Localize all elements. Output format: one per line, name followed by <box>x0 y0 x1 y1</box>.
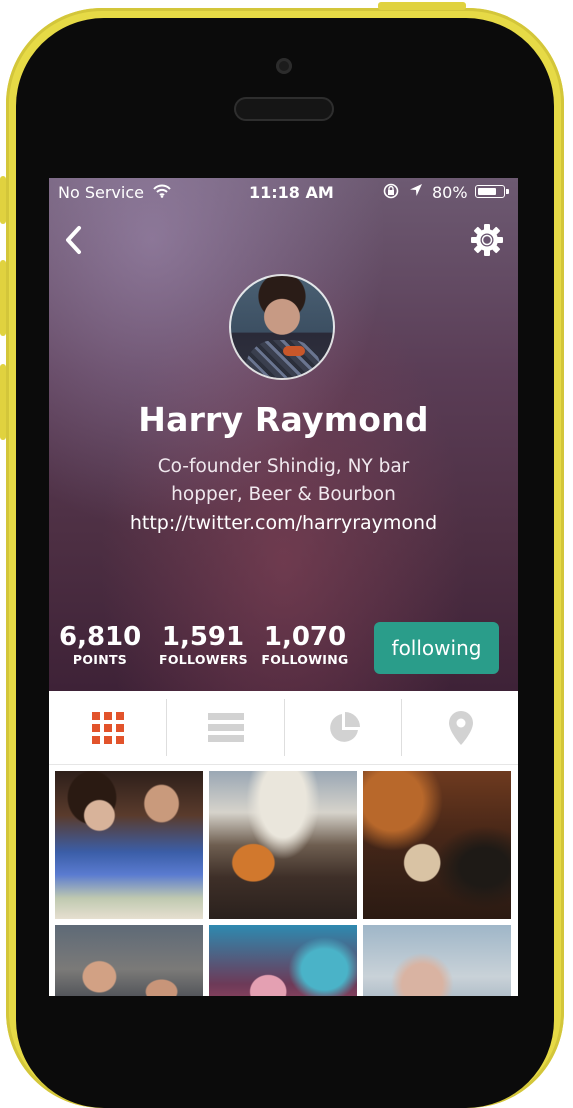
battery-tip <box>506 189 509 194</box>
earpiece-speaker <box>234 97 334 121</box>
photo-thumbnail[interactable] <box>55 925 203 996</box>
avatar-photo-detail <box>283 346 305 356</box>
gear-icon <box>471 224 503 256</box>
photo-thumbnail[interactable] <box>363 925 511 996</box>
profile-header: No Service 11:18 AM 80% Harry Raymond Co… <box>49 178 518 691</box>
profile-link[interactable]: http://twitter.com/harryraymond <box>49 512 518 534</box>
location-arrow-icon <box>408 182 424 202</box>
stat-followers[interactable]: 1,591 FOLLOWERS <box>159 622 248 668</box>
stat-points-label: POINTS <box>72 652 128 667</box>
tab-map[interactable] <box>402 691 518 764</box>
back-button[interactable] <box>59 222 89 258</box>
rotation-lock-icon <box>382 183 400 203</box>
stat-points[interactable]: 6,810 POINTS <box>59 622 141 668</box>
stat-following-label: FOLLOWING <box>261 652 349 667</box>
tab-grid[interactable] <box>49 691 166 764</box>
volume-down-button <box>0 364 6 440</box>
battery-fill <box>478 188 496 195</box>
photo-thumbnail[interactable] <box>209 771 357 919</box>
status-bar: No Service 11:18 AM 80% <box>49 178 518 206</box>
settings-button[interactable] <box>469 222 505 258</box>
avatar[interactable] <box>229 274 335 380</box>
stat-following[interactable]: 1,070 FOLLOWING <box>261 622 349 668</box>
following-button[interactable]: following <box>374 622 499 674</box>
avatar-photo-shirt <box>245 340 321 378</box>
location-pin-icon <box>448 710 473 745</box>
app-screen: No Service 11:18 AM 80% Harry Raymond Co… <box>49 178 518 996</box>
pie-chart-icon <box>329 711 360 742</box>
stat-points-value: 6,810 <box>59 622 142 652</box>
carrier-label: No Service <box>58 183 144 202</box>
photo-thumbnail[interactable] <box>55 771 203 919</box>
front-camera <box>276 58 292 74</box>
photo-thumbnail[interactable] <box>209 925 357 996</box>
wifi-icon <box>153 183 171 202</box>
photo-grid <box>49 765 518 996</box>
stat-followers-value: 1,591 <box>161 622 245 652</box>
list-icon <box>207 712 244 742</box>
stat-following-value: 1,070 <box>263 622 347 652</box>
tab-list[interactable] <box>167 691 284 764</box>
photo-thumbnail[interactable] <box>363 771 511 919</box>
stat-followers-label: FOLLOWERS <box>159 652 248 667</box>
tab-stats[interactable] <box>285 691 402 764</box>
profile-name: Harry Raymond <box>138 400 429 439</box>
power-button <box>378 2 466 10</box>
view-tab-bar <box>49 691 518 765</box>
battery-icon <box>475 185 509 198</box>
chevron-left-icon <box>66 226 81 254</box>
profile-bio: Co-founder Shindig, NY bar hopper, Beer … <box>157 456 410 505</box>
clock-label: 11:18 AM <box>249 183 334 202</box>
mute-switch <box>0 176 6 224</box>
battery-percent: 80% <box>432 183 468 202</box>
volume-up-button <box>0 260 6 336</box>
grid-icon <box>91 711 124 744</box>
